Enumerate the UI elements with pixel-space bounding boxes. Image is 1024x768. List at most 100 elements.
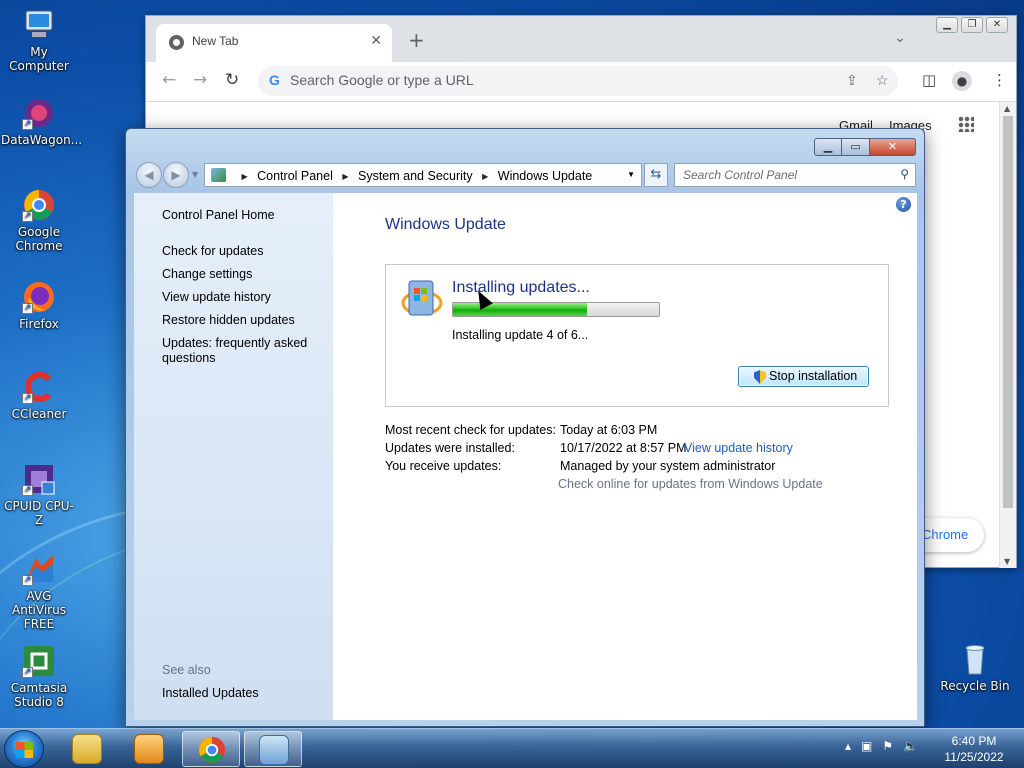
desktop-icon-ccleaner[interactable]: ↗ CCleaner: [1, 370, 77, 421]
view-update-history-inline-link[interactable]: View update history: [684, 441, 793, 455]
windows-update-shield-icon: [400, 277, 444, 325]
address-dropdown-icon[interactable]: ▼: [627, 170, 635, 179]
stop-installation-label: Stop installation: [769, 369, 858, 383]
recent-check-value: Today at 6:03 PM: [560, 423, 658, 437]
clock-time: 6:40 PM: [951, 734, 997, 748]
forward-arrow-icon[interactable]: →: [193, 70, 207, 90]
status-detail: Installing update 4 of 6...: [452, 328, 589, 342]
back-arrow-icon[interactable]: ←: [162, 70, 176, 90]
omnibox-input[interactable]: G Search Google or type a URL ⇪ ☆: [258, 66, 898, 96]
close-icon[interactable]: ✕: [870, 138, 916, 156]
desktop-icon-label: CPUID CPU-Z: [4, 499, 74, 527]
restore-icon[interactable]: ❐: [961, 17, 983, 33]
share-icon[interactable]: ⇪: [846, 72, 858, 89]
cp-main-pane: ? Windows Update Installing updates... I…: [333, 193, 917, 720]
desktop-icon-avg[interactable]: ↗ AVG AntiVirus FREE: [1, 552, 77, 631]
taskbar-explorer-button[interactable]: [58, 731, 116, 767]
installed-updates-link[interactable]: Installed Updates: [162, 686, 259, 701]
camtasia-icon: ↗: [22, 644, 56, 678]
breadcrumb-separator-icon[interactable]: ▶: [342, 172, 348, 181]
control-panel-window: ▁ ▭ ✕ ◀ ▶ ▼ ▶ Control Panel ▶ System and…: [125, 128, 925, 727]
chrome-menu-icon[interactable]: ⋮: [992, 71, 1007, 89]
desktop-icon-label: Google Chrome: [15, 225, 63, 253]
ccleaner-icon: ↗: [22, 370, 56, 404]
uac-shield-icon: [754, 370, 766, 384]
taskbar-media-player-button[interactable]: [120, 731, 178, 767]
desktop-icon-cpuid[interactable]: ↗ CPUID CPU-Z: [1, 462, 77, 527]
volume-icon[interactable]: 🔈: [903, 739, 918, 753]
receive-updates-value: Managed by your system administrator: [560, 459, 776, 473]
help-icon[interactable]: ?: [896, 197, 911, 212]
minimize-icon[interactable]: ▁: [814, 138, 842, 156]
shortcut-arrow-icon: ↗: [22, 393, 33, 404]
new-tab-plus-icon[interactable]: +: [408, 28, 425, 52]
network-icon[interactable]: ▣: [861, 739, 872, 753]
search-icon[interactable]: ⚲: [900, 167, 909, 181]
tab-new-tab[interactable]: New Tab ✕: [156, 24, 392, 62]
view-update-history-link[interactable]: View update history: [162, 290, 271, 305]
breadcrumb-separator-icon[interactable]: ▶: [241, 172, 247, 181]
close-icon[interactable]: ✕: [986, 17, 1008, 33]
restore-hidden-updates-link[interactable]: Restore hidden updates: [162, 313, 295, 328]
chrome-tab-strip: New Tab ✕ + ⌄ ▁ ❐ ✕: [146, 16, 1016, 62]
tab-search-chevron-icon[interactable]: ⌄: [894, 30, 906, 46]
chrome-toolbar: ← → ↻ G Search Google or type a URL ⇪ ☆ …: [146, 62, 1016, 102]
breadcrumb-control-panel[interactable]: Control Panel: [257, 169, 333, 183]
desktop-icon-recycle-bin[interactable]: Recycle Bin: [936, 642, 1014, 693]
bookmark-star-icon[interactable]: ☆: [876, 72, 889, 89]
chrome-scrollbar[interactable]: ▲ ▼: [999, 102, 1016, 568]
chrome-icon: ↗: [22, 188, 56, 222]
scrollbar-thumb[interactable]: [1003, 116, 1013, 508]
recent-check-label: Most recent check for updates:: [385, 423, 556, 437]
forward-button-icon[interactable]: ▶: [163, 162, 189, 188]
minimize-icon[interactable]: ▁: [936, 17, 958, 33]
desktop-icon-firefox[interactable]: ↗ Firefox: [1, 280, 77, 331]
breadcrumb-windows-update[interactable]: Windows Update: [498, 169, 593, 183]
update-status-box: Installing updates... Installing update …: [385, 264, 889, 407]
desktop-icon-datawagon[interactable]: ↗ DataWagon...: [1, 96, 82, 147]
media-player-icon: [134, 734, 164, 764]
scroll-down-icon[interactable]: ▼: [1004, 557, 1010, 566]
folder-icon: [72, 734, 102, 764]
taskbar-chrome-button[interactable]: [182, 731, 240, 767]
recent-pages-chevron-icon[interactable]: ▼: [192, 170, 198, 179]
back-button-icon[interactable]: ◀: [136, 162, 162, 188]
desktop-icon-label: DataWagon...: [1, 133, 83, 147]
maximize-icon[interactable]: ▭: [842, 138, 870, 156]
control-panel-icon: [211, 168, 226, 182]
cp-address-bar: ◀ ▶ ▼ ▶ Control Panel ▶ System and Secur…: [134, 161, 916, 189]
desktop-icon-google-chrome[interactable]: ↗ Google Chrome: [1, 188, 77, 253]
taskbar-clock[interactable]: 6:40 PM 11/25/2022: [930, 733, 1018, 765]
control-panel-home-link[interactable]: Control Panel Home: [162, 208, 275, 223]
updates-faq-link[interactable]: Updates: frequently asked questions: [162, 336, 312, 366]
check-for-updates-link[interactable]: Check for updates: [162, 244, 263, 259]
taskbar-control-panel-button[interactable]: [244, 731, 302, 767]
stop-installation-button[interactable]: Stop installation: [738, 366, 869, 387]
breadcrumb-system-security[interactable]: System and Security: [358, 169, 473, 183]
breadcrumb[interactable]: ▶ Control Panel ▶ System and Security ▶ …: [204, 163, 642, 187]
action-center-flag-icon[interactable]: ⚑: [882, 739, 893, 753]
close-tab-icon[interactable]: ✕: [370, 32, 382, 49]
profile-avatar-icon[interactable]: ●: [952, 71, 972, 91]
desktop-icon-camtasia[interactable]: ↗ Camtasia Studio 8: [1, 644, 77, 709]
shortcut-arrow-icon: ↗: [22, 485, 33, 496]
shortcut-arrow-icon: ↗: [22, 211, 33, 222]
shortcut-arrow-icon: ↗: [22, 303, 33, 314]
check-online-link[interactable]: Check online for updates from Windows Up…: [558, 477, 823, 491]
see-also-heading: See also: [162, 663, 211, 677]
desktop-icon-my-computer[interactable]: My Computer: [1, 8, 77, 73]
google-apps-icon[interactable]: [958, 116, 974, 132]
breadcrumb-separator-icon[interactable]: ▶: [482, 172, 488, 181]
refresh-icon[interactable]: ⇆: [644, 163, 668, 187]
reload-icon[interactable]: ↻: [225, 70, 239, 90]
datawagon-icon: ↗: [22, 96, 56, 130]
scroll-up-icon[interactable]: ▲: [1004, 104, 1010, 113]
chrome-window-controls: ▁ ❐ ✕: [936, 17, 1008, 33]
desktop-icon-label: My Computer: [9, 45, 69, 73]
show-hidden-icons-icon[interactable]: ▴: [845, 739, 851, 753]
change-settings-link[interactable]: Change settings: [162, 267, 252, 282]
side-panel-icon[interactable]: ◫: [922, 71, 936, 89]
avg-icon: ↗: [22, 552, 56, 586]
search-control-panel-input[interactable]: Search Control Panel ⚲: [674, 163, 916, 187]
start-button[interactable]: [4, 730, 44, 768]
